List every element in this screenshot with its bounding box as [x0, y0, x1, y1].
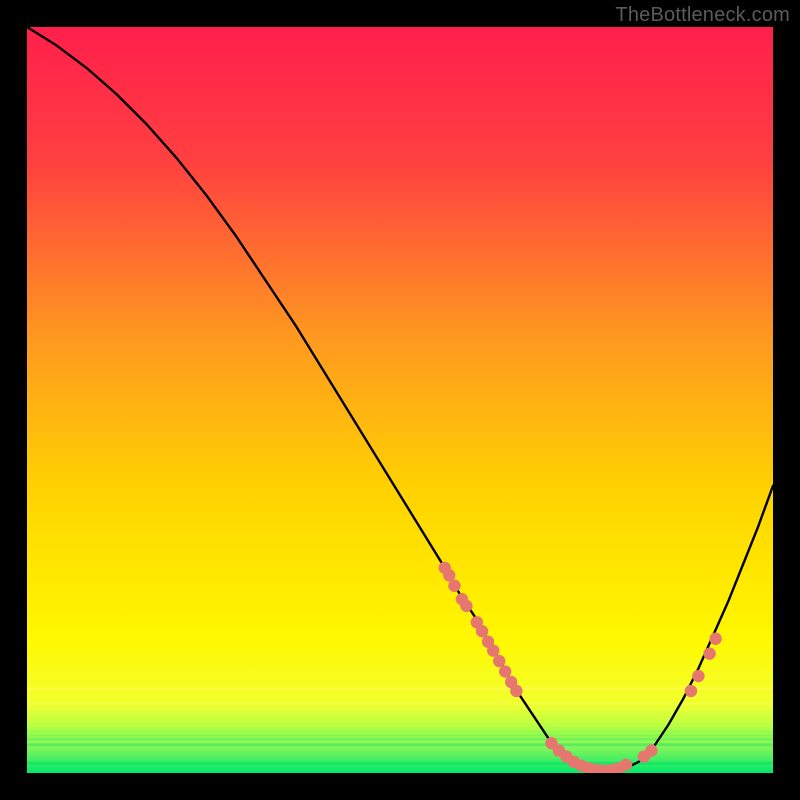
data-marker	[685, 685, 697, 697]
gradient-background	[27, 27, 773, 773]
data-marker	[692, 670, 704, 682]
data-marker	[620, 759, 632, 771]
chart-frame	[27, 27, 773, 773]
data-marker	[703, 647, 715, 659]
data-marker	[709, 633, 721, 645]
data-marker	[460, 600, 472, 612]
data-marker	[487, 644, 499, 656]
watermark-text: TheBottleneck.com	[615, 4, 790, 27]
data-marker	[499, 665, 511, 677]
data-marker	[476, 625, 488, 637]
data-marker	[448, 580, 460, 592]
data-marker	[510, 685, 522, 697]
bottleneck-chart	[27, 27, 773, 773]
data-marker	[645, 744, 657, 756]
data-marker	[493, 655, 505, 667]
